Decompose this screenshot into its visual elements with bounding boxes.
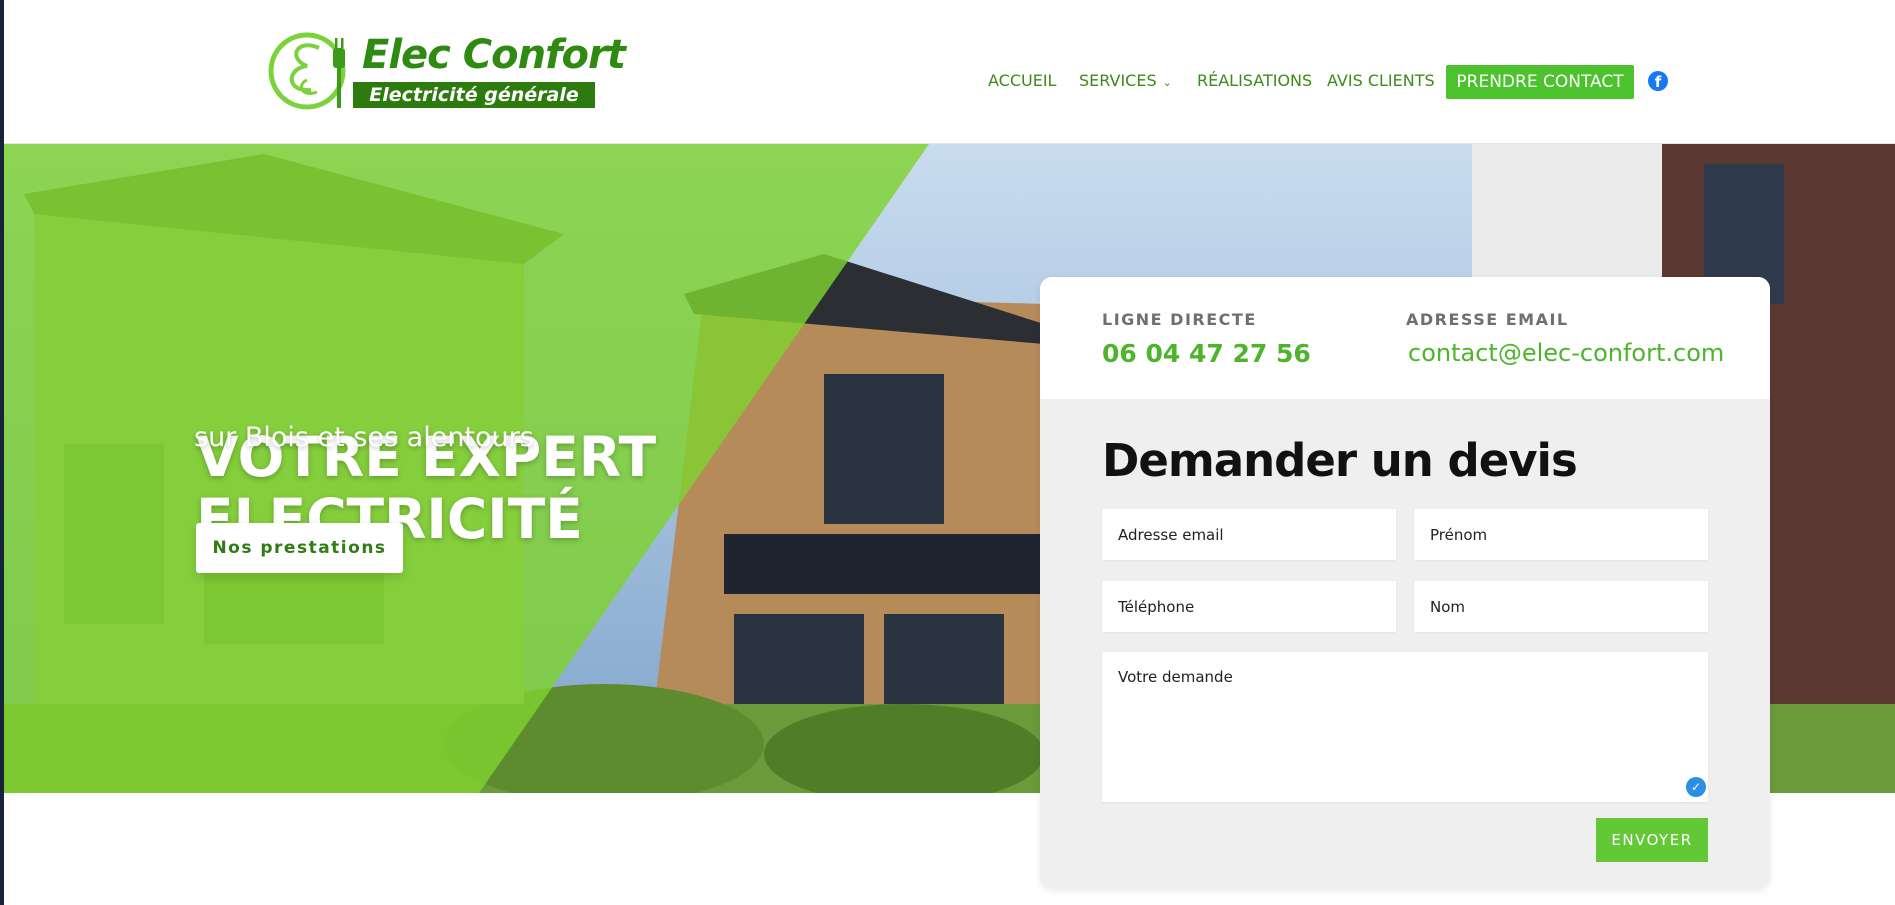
phone-field[interactable]	[1102, 581, 1396, 632]
message-field[interactable]	[1102, 652, 1708, 802]
plug-logo-icon	[268, 32, 346, 110]
nav-item-services-label: SERVICES	[1079, 71, 1157, 90]
quote-form-card: LIGNE DIRECTE 06 04 47 27 56 ADRESSE EMA…	[1040, 277, 1770, 889]
form-title: Demander un devis	[1102, 434, 1578, 487]
lastname-field[interactable]	[1414, 581, 1708, 632]
nav-item-accueil[interactable]: ACCUEIL	[988, 64, 1056, 98]
email-label: ADRESSE EMAIL	[1406, 310, 1569, 329]
email-address[interactable]: contact@elec-confort.com	[1408, 339, 1724, 367]
prendre-contact-button[interactable]: PRENDRE CONTACT	[1446, 65, 1634, 99]
chevron-down-icon: ⌄	[1162, 76, 1172, 89]
nav-item-avis-clients[interactable]: AVIS CLIENTS	[1327, 64, 1435, 98]
nav-item-services[interactable]: SERVICES ⌄	[1079, 64, 1172, 98]
nav-item-realisations[interactable]: RÉALISATIONS	[1197, 64, 1312, 98]
site-header: Elec Confort Electricité générale ACCUEI…	[4, 0, 1895, 144]
facebook-icon[interactable]: f	[1648, 71, 1668, 91]
nos-prestations-button[interactable]: Nos prestations	[196, 523, 403, 573]
firstname-field[interactable]	[1414, 509, 1708, 560]
checkmark-icon: ✓	[1686, 777, 1706, 797]
brand-logo[interactable]: Elec Confort Electricité générale	[267, 28, 626, 114]
brand-tagline: Electricité générale	[369, 84, 579, 106]
contact-info-panel: LIGNE DIRECTE 06 04 47 27 56 ADRESSE EMA…	[1040, 277, 1770, 399]
phone-number[interactable]: 06 04 47 27 56	[1102, 339, 1311, 368]
hero-subtitle: sur Blois et ses alentours	[194, 422, 534, 453]
email-field[interactable]	[1102, 509, 1396, 560]
brand-name: Elec Confort	[362, 32, 626, 78]
send-button[interactable]: ENVOYER	[1596, 818, 1708, 862]
phone-label: LIGNE DIRECTE	[1102, 310, 1257, 329]
brand-tagline-band: Electricité générale	[353, 82, 595, 108]
